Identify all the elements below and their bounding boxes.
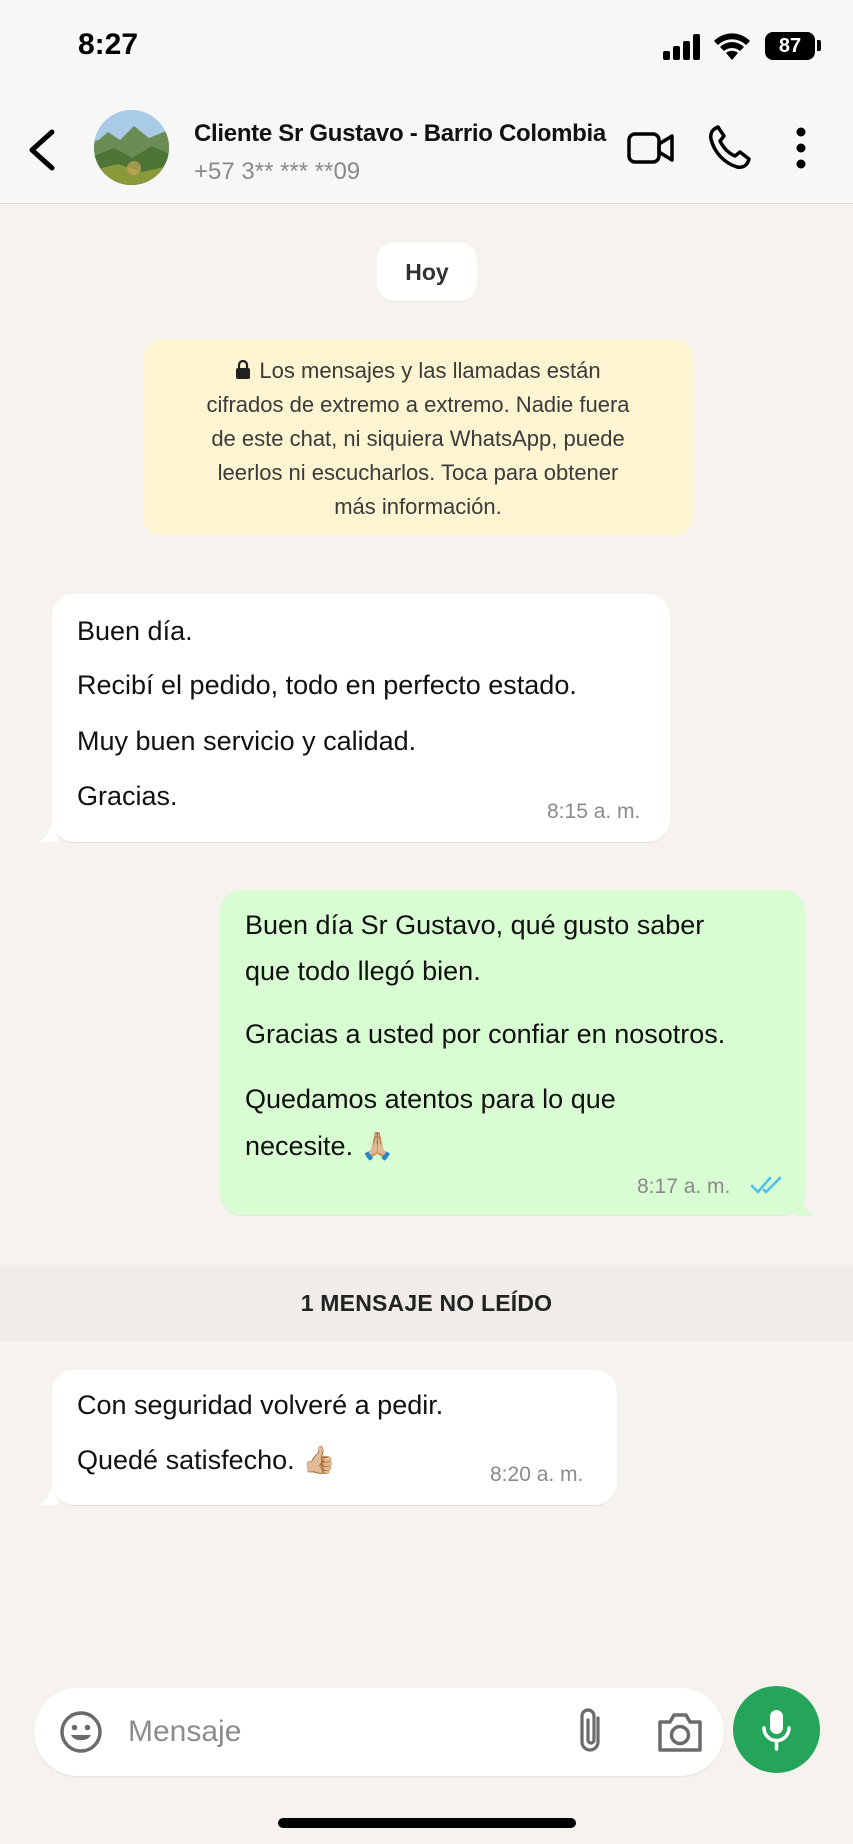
message-text: Gracias a usted por confiar en nosotros. <box>245 1019 726 1049</box>
encryption-notice[interactable]: Los mensajes y las llamadas están cifrad… <box>143 340 693 535</box>
wifi-icon <box>712 30 752 62</box>
paperclip-icon <box>580 1708 600 1752</box>
contact-name[interactable]: Cliente Sr Gustavo - Barrio Colombia <box>194 120 606 148</box>
voice-call-button[interactable] <box>706 122 752 172</box>
status-bar: 8:27 87 <box>0 0 853 100</box>
back-icon <box>29 129 55 171</box>
message-text: Con seguridad volveré a pedir. <box>77 1390 444 1420</box>
message-text: necesite. 🙏🏼 <box>245 1131 395 1161</box>
message-text: Muy buen servicio y calidad. <box>77 726 417 756</box>
incoming-message[interactable]: Buen día. Recibí el pedido, todo en perf… <box>52 594 670 842</box>
more-options-button[interactable] <box>788 124 814 172</box>
lock-icon <box>236 360 251 379</box>
message-text: Quedamos atentos para lo que <box>245 1084 616 1114</box>
encryption-notice-line: de este chat, ni siquiera WhatsApp, pued… <box>211 426 625 451</box>
encryption-notice-line: Los mensajes y las llamadas están <box>163 354 673 388</box>
date-chip: Hoy <box>377 243 477 301</box>
more-vertical-icon <box>796 127 806 169</box>
camera-icon <box>658 1713 702 1752</box>
back-button[interactable] <box>22 122 62 178</box>
voice-message-button[interactable] <box>733 1686 820 1773</box>
double-check-icon <box>750 1176 782 1194</box>
encryption-notice-line: más información. <box>334 494 502 519</box>
outgoing-message[interactable]: Buen día Sr Gustavo, qué gusto saber que… <box>220 890 805 1215</box>
message-text: Buen día Sr Gustavo, qué gusto saber <box>245 910 705 940</box>
camera-button[interactable] <box>656 1710 704 1754</box>
incoming-message[interactable]: Con seguridad volveré a pedir. Quedé sat… <box>52 1370 617 1505</box>
video-call-button[interactable] <box>626 124 676 172</box>
home-indicator[interactable] <box>278 1818 576 1828</box>
emoji-icon <box>60 1711 102 1753</box>
message-time: 8:17 a. m. <box>637 1175 731 1198</box>
battery-tip <box>817 40 821 51</box>
phone-icon <box>709 125 751 169</box>
status-time: 8:27 <box>78 28 139 61</box>
video-call-icon <box>627 132 674 164</box>
unread-label: 1 MENSAJE NO LEÍDO <box>300 1290 553 1316</box>
cellular-signal-icon <box>663 34 703 60</box>
message-input[interactable] <box>128 1707 548 1757</box>
message-text: Buen día. <box>77 616 193 646</box>
message-text: que todo llegó bien. <box>245 956 481 986</box>
contact-avatar[interactable] <box>94 110 169 185</box>
message-text: Recibí el pedido, todo en perfecto estad… <box>77 670 577 700</box>
contact-phone[interactable]: +57 3** *** **09 <box>194 158 360 186</box>
message-text: Gracias. <box>77 781 178 811</box>
message-time: 8:15 a. m. <box>547 800 641 823</box>
encryption-notice-line: cifrados de extremo a extremo. Nadie fue… <box>206 392 630 417</box>
chat-header: Cliente Sr Gustavo - Barrio Colombia +57… <box>0 100 853 204</box>
emoji-button[interactable] <box>58 1709 104 1755</box>
attach-button[interactable] <box>570 1706 612 1758</box>
encryption-notice-line: leerlos ni escucharlos. Toca para obtene… <box>217 460 619 485</box>
battery-level: 87 <box>765 32 815 60</box>
message-text: Quedé satisfecho. 👍🏼 <box>77 1445 336 1475</box>
microphone-icon <box>762 1710 791 1751</box>
message-time: 8:20 a. m. <box>490 1463 584 1486</box>
